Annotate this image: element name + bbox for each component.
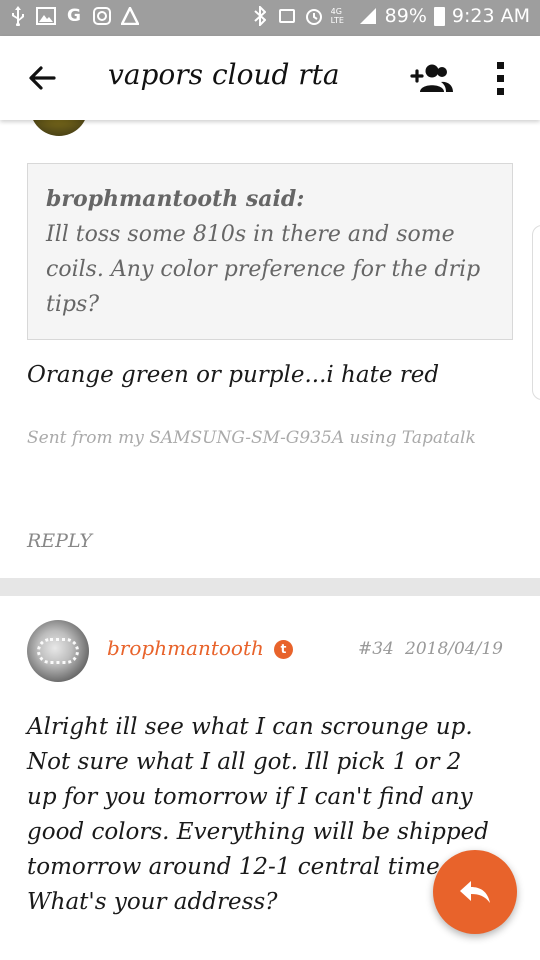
side-panel-handle[interactable] (532, 225, 540, 400)
previous-post-message: Orange green or purple...i hate red (27, 362, 440, 388)
nfc-icon (277, 6, 297, 26)
signal-icon (358, 6, 378, 26)
post-number: #34 (358, 639, 394, 659)
reply-fab-button[interactable] (433, 850, 517, 934)
post-username[interactable]: brophmantooth (107, 636, 264, 660)
post-body-line: good colors. Everything will be shipped (27, 819, 489, 845)
notification-icons: G (8, 6, 140, 26)
page-title: vapors cloud rta (108, 58, 340, 91)
arrow-left-icon (29, 66, 56, 90)
post-body-line: What's your address? (27, 889, 278, 915)
post-body-line: Alright ill see what I can scrounge up. (27, 714, 473, 740)
reply-button[interactable]: REPLY (27, 530, 92, 552)
status-bar: G 4G LTE 89% 9:23 AM (0, 0, 540, 36)
clock: 9:23 AM (451, 5, 530, 27)
back-button[interactable] (26, 62, 58, 94)
avatar[interactable] (27, 620, 89, 682)
post-signature: Sent from my SAMSUNG-SM-G935A using Tapa… (27, 428, 476, 448)
post-body: Alright ill see what I can scrounge up. … (27, 710, 489, 920)
battery-percent: 89% (384, 5, 427, 27)
instagram-icon (92, 6, 112, 26)
add-user-icon (410, 64, 453, 92)
google-icon: G (67, 6, 81, 26)
system-icons: 4G LTE 89% 9:23 AM (250, 5, 530, 27)
post-body-line: tomorrow around 12-1 central time (27, 854, 440, 880)
post-body-line: Not sure what I all got. Ill pick 1 or 2 (27, 749, 462, 775)
quote-author: brophmantooth said: (46, 186, 305, 212)
app-a-icon (120, 6, 140, 26)
post-divider (0, 578, 540, 596)
network-type-label: 4G LTE (330, 7, 344, 25)
bluetooth-icon (250, 6, 270, 26)
tapatalk-badge-icon: t (274, 640, 293, 659)
battery-icon (433, 6, 445, 26)
post-body-line: up for you tomorrow if I can't find any (27, 784, 473, 810)
usb-icon (8, 6, 28, 26)
post-date: 2018/04/19 (405, 639, 503, 659)
more-vert-icon (497, 62, 504, 95)
quote-block: brophmantooth said: Ill toss some 810s i… (27, 163, 513, 340)
add-user-button[interactable] (410, 62, 454, 94)
reply-icon (460, 881, 490, 903)
quote-text: Ill toss some 810s in there and some coi… (46, 222, 481, 317)
image-icon (36, 6, 56, 26)
alarm-icon (304, 6, 324, 26)
app-bar: vapors cloud rta (0, 36, 540, 120)
more-options-button[interactable] (490, 58, 510, 98)
